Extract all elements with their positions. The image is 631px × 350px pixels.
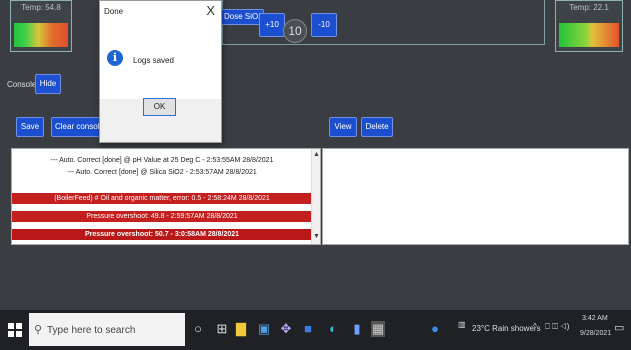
console-label: Console <box>7 80 37 89</box>
ok-button[interactable]: OK <box>143 98 176 116</box>
console-log[interactable]: --- Auto. Correct [done] @ pH Value at 2… <box>11 148 321 245</box>
widgets-icon[interactable]: ⊞ <box>215 321 229 337</box>
task-view-icon[interactable]: ○ <box>191 321 205 337</box>
scroll-up-icon[interactable]: ▲ <box>313 151 320 158</box>
increase-button[interactable]: +10 <box>259 13 285 37</box>
weather-text[interactable]: 23°C Rain showers <box>472 324 541 333</box>
word-icon[interactable]: ■ <box>301 321 315 337</box>
app3-icon[interactable]: ▦ <box>371 321 385 337</box>
info-icon: i <box>107 50 123 66</box>
right-gauge-bar <box>559 23 619 47</box>
notification-icon[interactable]: ▭ <box>614 321 624 334</box>
log-line-error: Pressure overshoot: 49.8 - 2:59:57AM 28/… <box>12 211 312 222</box>
taskbar: ⚲ Type here to search ○ ⊞ ▇ ▣ ✥ ■ ◐ ▮ ▦ … <box>0 310 631 350</box>
clear-console-button[interactable]: Clear console <box>51 117 103 137</box>
decrease-button[interactable]: -10 <box>311 13 337 37</box>
dialog-titlebar: Done X <box>100 1 221 23</box>
tray-icons[interactable]: ⎕ ◫ ◁) <box>545 322 569 332</box>
app4-icon[interactable]: ● <box>428 321 442 337</box>
taskbar-search[interactable]: ⚲ Type here to search <box>29 313 185 346</box>
left-gauge-bar <box>14 23 68 47</box>
clock-date[interactable]: 9/28/2021 <box>580 330 611 337</box>
file-explorer-icon[interactable]: ▇ <box>234 321 248 337</box>
search-placeholder: Type here to search <box>47 325 136 336</box>
right-gauge-label: Temp: 22.1 <box>569 3 609 12</box>
log-line-error: Pressure overshoot: 50.7 - 3:0:58AM 28/8… <box>12 229 312 240</box>
right-gauge: Temp: 22.1 <box>555 0 623 52</box>
log-line: --- Auto. Correct [done] @ pH Value at 2… <box>50 157 274 164</box>
app-icon[interactable]: ✥ <box>279 321 293 337</box>
view-button[interactable]: View <box>329 117 357 137</box>
dose-value: 10 <box>283 19 307 43</box>
dose-sio2-button[interactable]: Dose SiO2 <box>220 9 264 25</box>
left-gauge-label: Temp: 54.8 <box>21 3 61 12</box>
hide-button[interactable]: Hide <box>35 74 61 94</box>
log-line: --- Auto. Correct [done] @ Silica SiO2 -… <box>67 169 257 176</box>
save-button[interactable]: Save <box>16 117 44 137</box>
weather-icon[interactable]: ▥ <box>458 320 466 329</box>
tray-chevron-icon[interactable]: ^ <box>533 322 537 331</box>
delete-button[interactable]: Delete <box>361 117 393 137</box>
scroll-down-icon[interactable]: ▼ <box>313 233 320 240</box>
log-line-error: (BoilerFeed) # Oil and organic matter, e… <box>12 193 312 204</box>
close-icon[interactable]: X <box>206 3 215 18</box>
search-icon: ⚲ <box>34 324 43 336</box>
dialog-message: Logs saved <box>133 56 174 65</box>
edge-icon[interactable]: ◐ <box>326 321 340 337</box>
clock-time[interactable]: 3:42 AM <box>582 315 608 322</box>
dialog-title: Done <box>104 7 124 16</box>
windows-start-icon[interactable] <box>8 323 22 337</box>
store-icon[interactable]: ▣ <box>257 321 271 337</box>
left-gauge: Temp: 54.8 <box>10 0 72 52</box>
console-scrollbar[interactable]: ▲ ▼ <box>311 149 320 244</box>
log-view-panel <box>322 148 629 245</box>
message-dialog: Done X i Logs saved OK <box>99 0 222 143</box>
app2-icon[interactable]: ▮ <box>350 321 364 337</box>
